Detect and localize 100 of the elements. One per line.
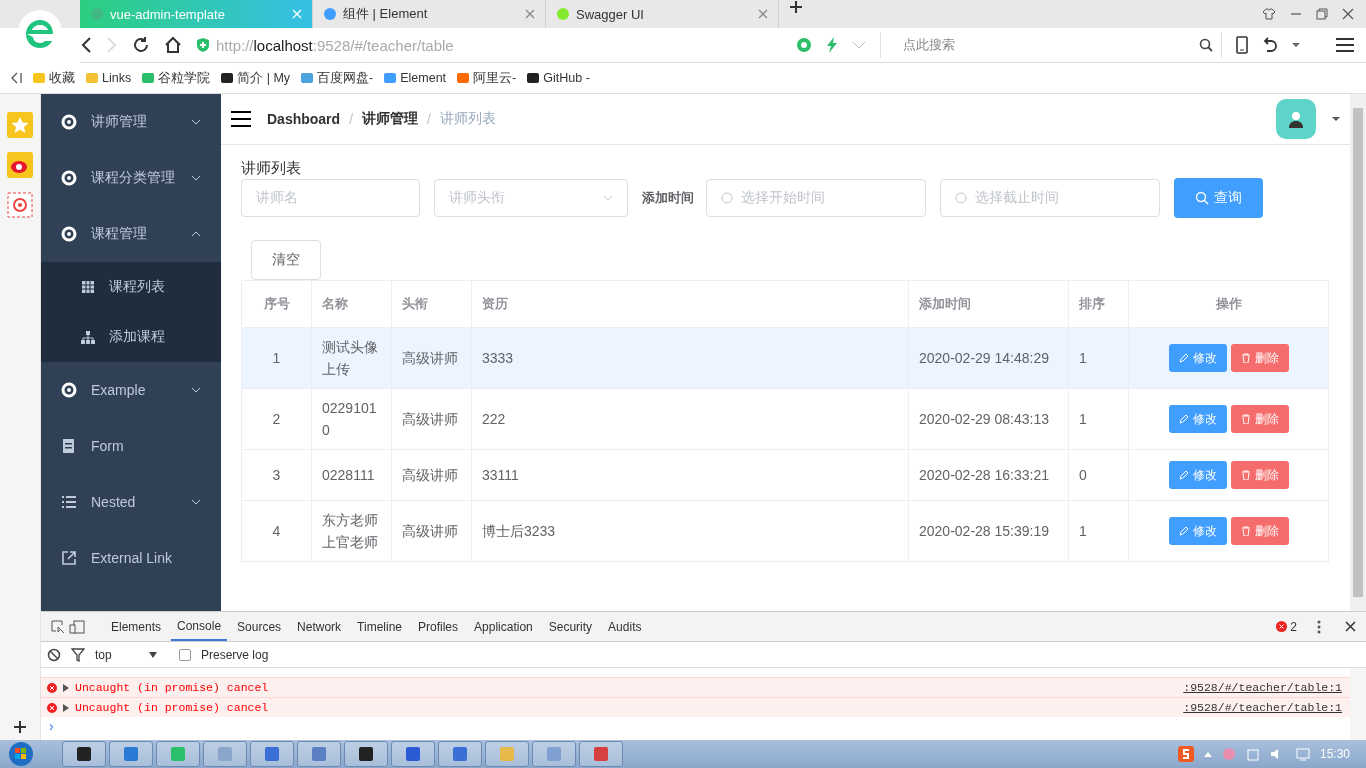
eye-icon: [7, 152, 33, 178]
list-icon: [61, 494, 77, 510]
hamburger-icon: [231, 111, 251, 127]
bookmark[interactable]: 简介 | My: [220, 69, 291, 87]
breadcrumb-item[interactable]: 讲师管理: [362, 110, 418, 128]
table-cell: 2020-02-28 16:33:21: [908, 449, 1069, 501]
bookmark[interactable]: 阿里云-: [456, 69, 517, 87]
pencil-icon: [1178, 414, 1189, 424]
bookmark[interactable]: 百度网盘-: [300, 69, 374, 87]
chevron-down-icon: [852, 40, 866, 50]
hierarchy-icon: [81, 330, 95, 344]
column-header: 序号: [241, 280, 312, 328]
scrollbar[interactable]: [1350, 668, 1366, 740]
bookmark-icon: [456, 71, 471, 85]
submenu-item[interactable]: 添加课程: [41, 312, 221, 362]
undo-icon: [1262, 37, 1278, 53]
lifebuoy-icon: [61, 382, 77, 398]
start-button-icon: [6, 741, 36, 767]
console-prompt[interactable]: ›: [41, 717, 1350, 735]
app-icon: [76, 746, 92, 762]
submenu-item[interactable]: 课程列表: [41, 262, 221, 312]
context-select[interactable]: top: [95, 647, 157, 662]
menu-item[interactable]: Nested: [41, 474, 221, 530]
error-message: Uncaught (in promise) cancel: [75, 701, 270, 714]
chevron-down-icon: [603, 195, 613, 201]
back-icon: [80, 37, 92, 53]
table-cell: 1: [241, 327, 312, 389]
taskbar-app[interactable]: [62, 741, 106, 767]
devtools-tab[interactable]: Elements: [105, 612, 168, 641]
breadcrumb-item[interactable]: Dashboard: [267, 111, 341, 127]
scrollbar[interactable]: [1350, 94, 1366, 611]
bookmark-icon: [220, 71, 235, 85]
caret-icon: [1332, 116, 1340, 122]
sidebar-toggle-icon: [10, 72, 22, 84]
menu-item[interactable]: 讲师管理: [41, 94, 221, 150]
minimize-icon: [1290, 13, 1302, 15]
search-icon: [1195, 191, 1209, 205]
avatar[interactable]: [1276, 99, 1316, 139]
pencil-icon: [1178, 470, 1189, 480]
close-icon: [292, 9, 302, 19]
app-icon: [264, 746, 280, 762]
close-icon: [525, 9, 535, 19]
table-cell: 33111: [471, 449, 909, 501]
taskbar-app[interactable]: [344, 741, 388, 767]
table-cell: 博士后3233: [471, 500, 909, 562]
source-link[interactable]: :9528/#/teacher/table:1: [1183, 681, 1342, 694]
devtools-tab[interactable]: Security: [542, 612, 599, 641]
bookmark-icon: [300, 71, 315, 85]
close-icon: [758, 9, 768, 19]
devtools-tab[interactable]: Network: [291, 612, 348, 641]
column-header: 头衔: [391, 280, 472, 328]
table-cell: 2020-02-28 15:39:19: [908, 500, 1069, 562]
pencil-icon: [1178, 353, 1189, 363]
lifebuoy-icon: [61, 226, 77, 242]
trash-icon: [1240, 414, 1251, 424]
devtools-tab[interactable]: Profiles: [412, 612, 465, 641]
devtools-tab[interactable]: Audits: [602, 612, 648, 641]
bookmark[interactable]: Links: [85, 71, 132, 85]
trash-icon: [1240, 526, 1251, 536]
app-icon: [358, 746, 374, 762]
checkbox[interactable]: [179, 648, 191, 661]
app-icon: [311, 746, 327, 762]
clear-console-icon: [47, 647, 61, 662]
shirt-icon: [1262, 8, 1276, 20]
bookmark[interactable]: 谷粒学院: [141, 69, 211, 87]
bookmark[interactable]: GitHub -: [526, 71, 590, 85]
source-link[interactable]: :9528/#/teacher/table:1: [1183, 701, 1342, 714]
app-icon: [593, 746, 609, 762]
avatar-silhouette-icon: [1286, 109, 1306, 129]
inspect-icon: [51, 619, 65, 634]
bookmark-icon: [85, 71, 99, 85]
menu-item[interactable]: External Link: [41, 530, 221, 586]
devtools-tab[interactable]: Console: [171, 612, 228, 641]
devtools-tab[interactable]: Timeline: [351, 612, 408, 641]
shield-icon: [196, 37, 210, 53]
bookmark[interactable]: 收藏: [32, 69, 75, 87]
clock-icon: [955, 192, 967, 204]
app-icon: [123, 746, 139, 762]
menu-icon: [1336, 38, 1354, 52]
devtools-tab[interactable]: Application: [468, 612, 539, 641]
address-field[interactable]: http://localhost:9528/#/teacher/table: [196, 31, 782, 59]
expand-triangle-icon: [63, 683, 69, 692]
menu-item[interactable]: 课程分类管理: [41, 150, 221, 206]
table-cell: 高级讲师: [391, 327, 472, 389]
tab-favicon-icon: [323, 7, 337, 21]
clear-button[interactable]: 清空: [251, 240, 321, 280]
filter-icon: [71, 647, 85, 662]
search-field[interactable]: 点此搜索: [880, 32, 1222, 58]
caret-icon: [149, 651, 157, 658]
app-icon: [170, 746, 186, 762]
menu-item[interactable]: 课程管理: [41, 206, 221, 262]
table-cell: 1: [1068, 500, 1129, 562]
bookmark[interactable]: Element: [383, 71, 447, 85]
menu-item[interactable]: Form: [41, 418, 221, 474]
add-icon: [13, 720, 27, 734]
menu-item[interactable]: Example: [41, 362, 221, 418]
close-icon: [1345, 621, 1356, 632]
table-cell: 0228111: [311, 449, 392, 501]
devtools-tab[interactable]: Sources: [231, 612, 288, 641]
table-cell: 高级讲师: [391, 449, 472, 501]
